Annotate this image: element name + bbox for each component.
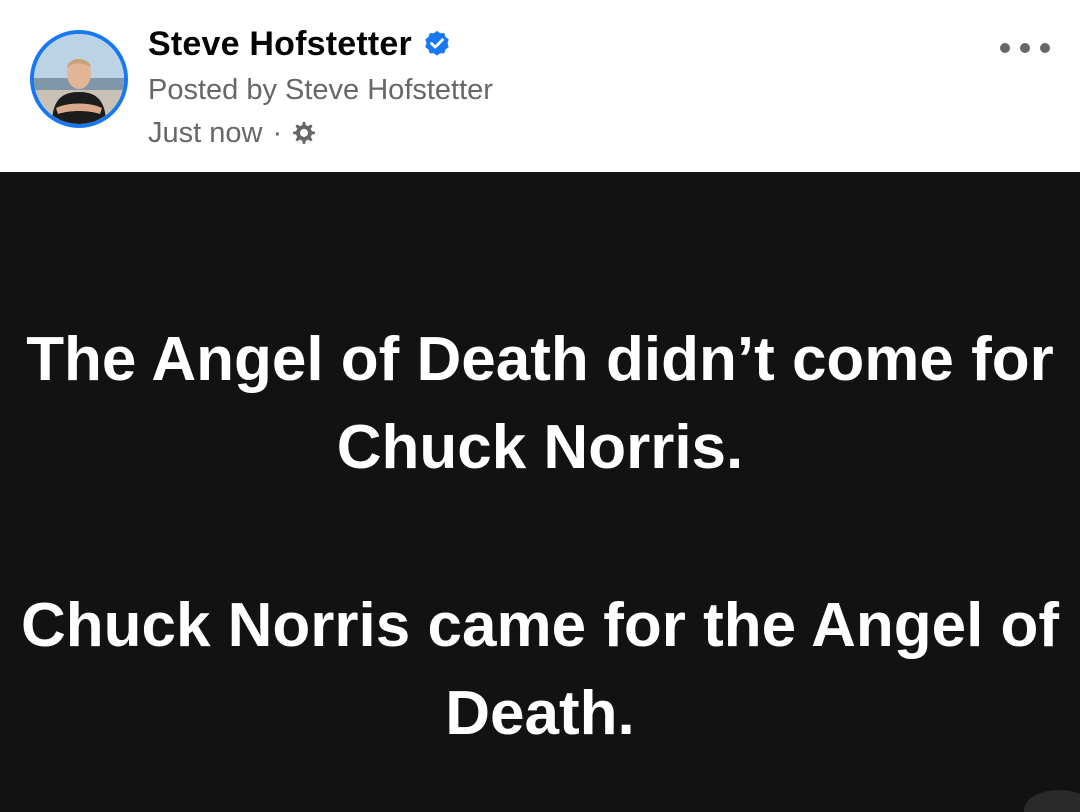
post-timestamp[interactable]: Just now <box>148 117 262 150</box>
author-avatar[interactable] <box>30 30 128 128</box>
corner-overlay-icon <box>1024 790 1080 812</box>
post-text-paragraph-1: The Angel of Death didn’t come for Chuck… <box>26 325 1054 482</box>
facebook-post: Steve Hofstetter Posted by Steve Hofstet… <box>0 0 1080 812</box>
more-dot-icon <box>1020 43 1030 53</box>
post-meta: Just now · <box>148 114 318 152</box>
post-text-paragraph-2: Chuck Norris came for the Angel of Death… <box>20 591 1060 748</box>
more-dot-icon <box>1000 43 1010 53</box>
posted-by-label: Posted by Steve Hofstetter <box>148 74 493 106</box>
meta-separator: · <box>272 116 283 149</box>
post-header: Steve Hofstetter Posted by Steve Hofstet… <box>0 0 1080 172</box>
more-dot-icon <box>1040 43 1050 53</box>
more-options-button[interactable] <box>1000 30 1050 66</box>
verified-badge-icon <box>425 30 449 56</box>
avatar-photo <box>34 34 124 124</box>
gear-icon[interactable] <box>290 119 318 147</box>
post-text-background: The Angel of Death didn’t come for Chuck… <box>0 172 1080 812</box>
author-name[interactable]: Steve Hofstetter <box>148 25 412 64</box>
author-row: Steve Hofstetter <box>148 22 452 66</box>
